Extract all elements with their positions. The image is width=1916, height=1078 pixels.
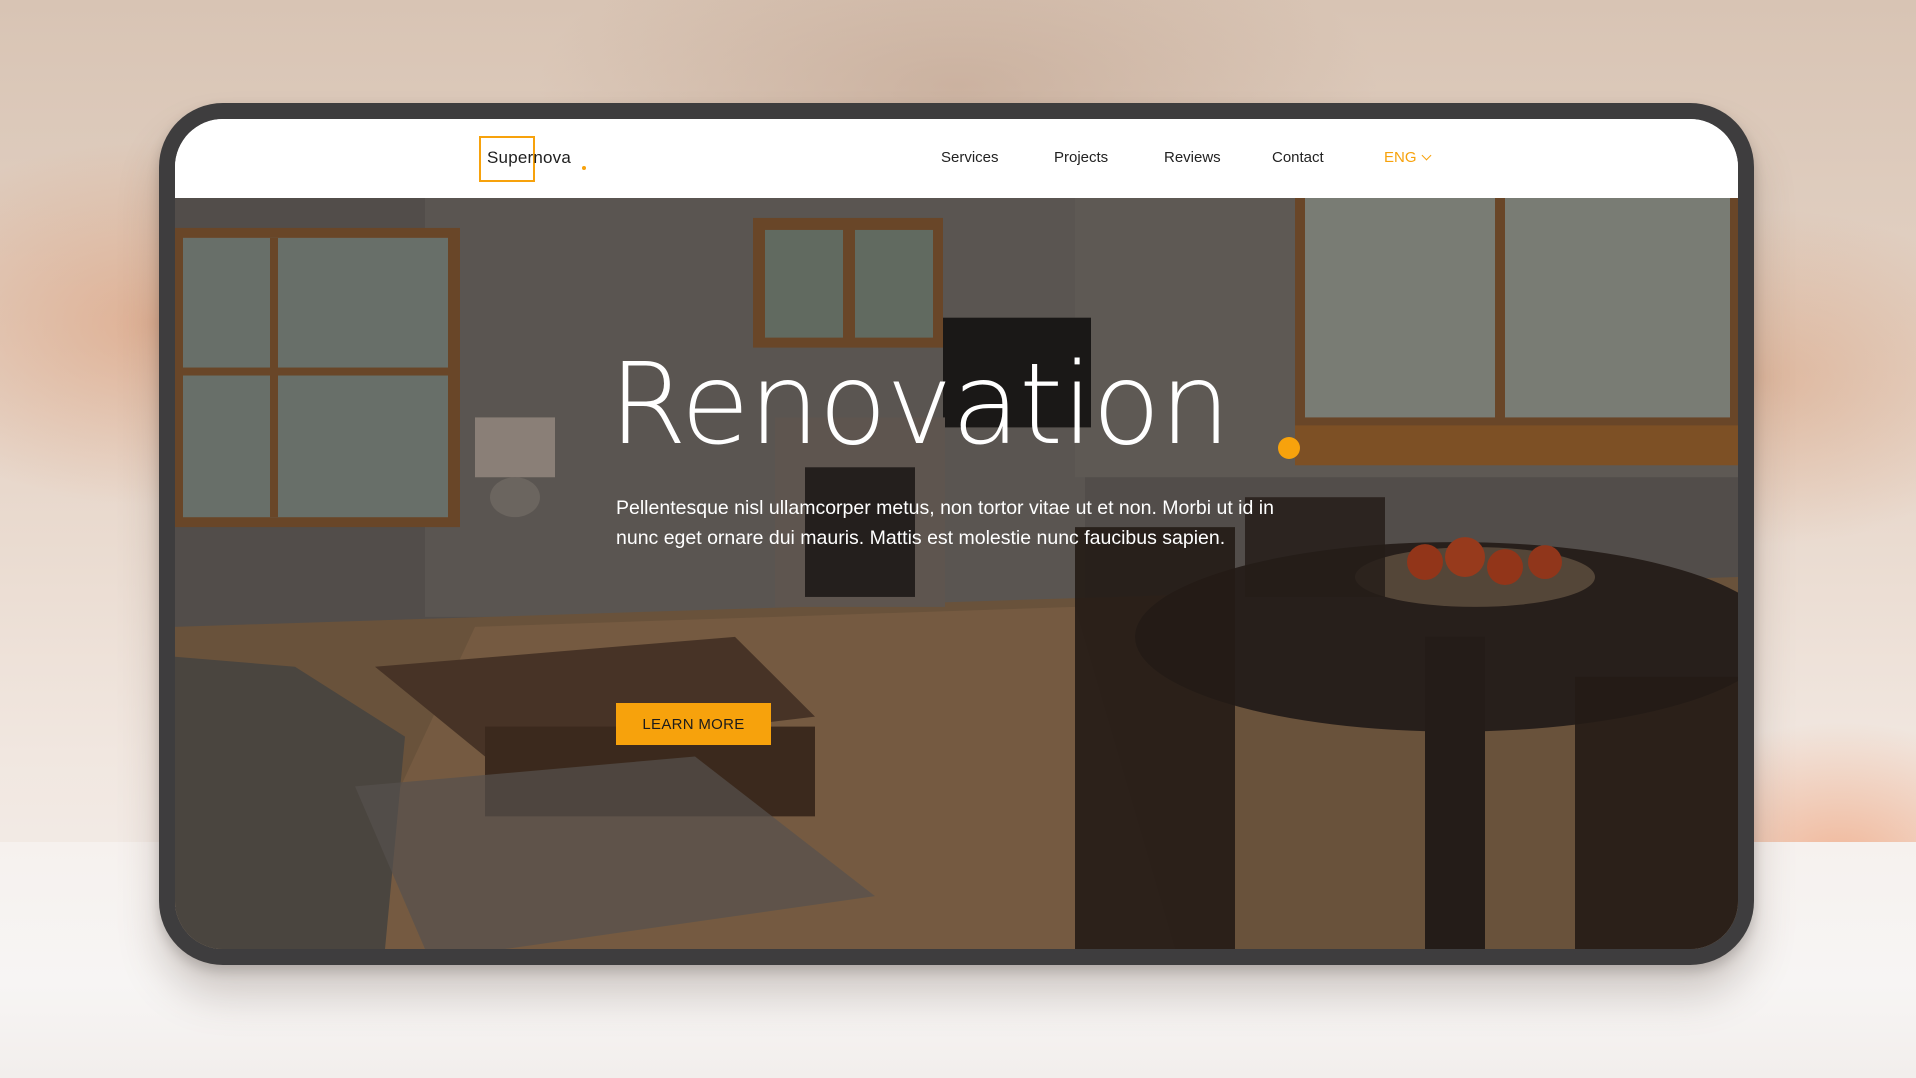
hero-overlay [175,198,1738,949]
tablet-screen: Supernova Services Projects Reviews Cont… [175,119,1738,949]
language-selector[interactable]: ENG [1384,149,1431,166]
hero-title-dot [1278,437,1300,459]
hero-description: Pellentesque nisl ullamcorper metus, non… [616,497,1274,549]
chevron-down-icon [1421,150,1431,161]
tablet-frame: Supernova Services Projects Reviews Cont… [159,103,1754,965]
site-header: Supernova Services Projects Reviews Cont… [175,119,1738,198]
main-nav: Services Projects Reviews Contact [175,149,1738,169]
nav-item-services[interactable]: Services [941,149,999,166]
hero-section: Renovation Pellentesque nisl ullamcorper… [175,198,1738,949]
learn-more-button[interactable]: LEARN MORE [616,703,771,745]
hero-title: Renovation [609,340,1231,470]
nav-item-reviews[interactable]: Reviews [1164,149,1221,166]
language-label: ENG [1384,149,1417,166]
nav-item-contact[interactable]: Contact [1272,149,1324,166]
nav-item-projects[interactable]: Projects [1054,149,1108,166]
